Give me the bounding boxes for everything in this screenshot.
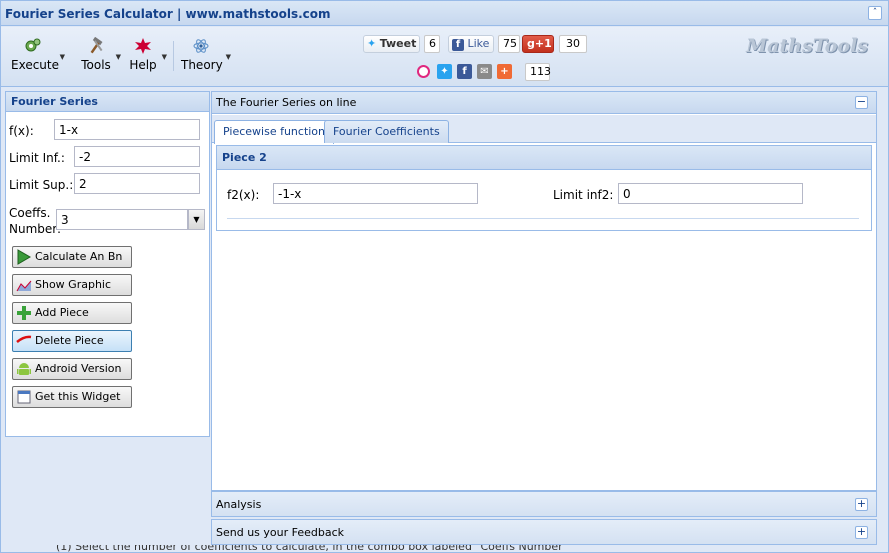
limit-inf-label: Limit Inf.: [9, 151, 65, 165]
execute-menu-button[interactable]: Execute ▼ [11, 37, 65, 77]
tab-fourier-coefficients[interactable]: Fourier Coefficients [324, 120, 449, 143]
calculator-window: Fourier Series Calculator | www.mathstoo… [0, 0, 889, 553]
f2-label: f2(x): [227, 188, 260, 202]
google-plus-one-button[interactable]: g+1 [522, 35, 554, 53]
coeffs-label-line2: Number: [9, 222, 62, 236]
pinterest-ring-icon[interactable] [417, 65, 430, 78]
delete-piece-button[interactable]: Delete Piece [12, 330, 132, 352]
expand-feedback-button[interactable]: + [855, 526, 868, 539]
piece-divider [227, 218, 859, 219]
window-title: Fourier Series Calculator | www.mathstoo… [5, 7, 331, 21]
limit-inf2-input[interactable] [618, 183, 803, 204]
tab-piecewise-function[interactable]: Piecewise function [214, 120, 335, 144]
addthis-share-icon[interactable]: + [497, 64, 512, 79]
combo-dropdown-button[interactable]: ▼ [188, 209, 205, 230]
tweet-button[interactable]: ✦ Tweet [363, 35, 420, 53]
limit-inf2-label: Limit inf2: [553, 188, 614, 202]
page-instructions-text: (1) Select the number of coefficients to… [56, 545, 568, 553]
facebook-like-button[interactable]: f Like [448, 35, 494, 53]
limit-sup-input[interactable] [74, 173, 200, 194]
fourier-series-panel: Fourier Series f(x): Limit Inf.: Limit S… [5, 91, 210, 437]
android-robot-icon [17, 363, 31, 375]
feedback-accordion[interactable]: Send us your Feedback + [211, 519, 877, 545]
get-widget-label: Get this Widget [35, 390, 121, 403]
plus-icon [17, 306, 31, 320]
dropdown-arrow-icon: ▼ [225, 53, 231, 61]
dropdown-arrow-icon: ▼ [115, 53, 121, 61]
minus-icon [16, 335, 32, 343]
fx-label: f(x): [9, 124, 34, 138]
coeffs-label: Coeffs. [9, 206, 51, 220]
get-widget-button[interactable]: Get this Widget [12, 386, 132, 408]
facebook-share-icon[interactable]: f [457, 64, 472, 79]
double-chevron-up-icon: ˆ [872, 8, 878, 18]
plus-toggle-icon: + [856, 525, 867, 538]
piece-2-fieldset: Piece 2 f2(x): Limit inf2: [216, 145, 872, 231]
calculate-label: Calculate An Bn [35, 250, 123, 263]
help-label: Help [129, 58, 157, 72]
twitter-share-icon[interactable]: ✦ [437, 64, 452, 79]
add-piece-button[interactable]: Add Piece [12, 302, 132, 324]
calculate-an-bn-button[interactable]: Calculate An Bn [12, 246, 132, 268]
main-toolbar: Execute ▼ Tools ▼ Help ▼ Theory ▼ ✦ Twee… [1, 27, 888, 87]
window-titlebar: Fourier Series Calculator | www.mathstoo… [1, 1, 888, 26]
plus-toggle-icon: + [856, 497, 867, 510]
email-share-icon[interactable]: ✉ [477, 64, 492, 79]
add-piece-label: Add Piece [35, 306, 89, 319]
theory-menu-button[interactable]: Theory ▼ [181, 37, 231, 77]
piece-title: Piece 2 [217, 146, 871, 170]
minus-toggle-icon: − [856, 95, 867, 108]
tools-label: Tools [81, 58, 111, 72]
tab-strip: Piecewise function Fourier Coefficients [212, 115, 876, 144]
theory-label: Theory [181, 58, 223, 72]
limit-sup-label: Limit Sup.: [9, 178, 74, 192]
tools-menu-button[interactable]: Tools ▼ [81, 37, 121, 77]
like-label: Like [467, 37, 490, 50]
play-triangle-icon [17, 249, 31, 265]
tools-hammer-icon [90, 37, 103, 54]
facebook-f-icon: f [452, 39, 464, 51]
gplus-count: 30 [559, 35, 587, 53]
execute-label: Execute [11, 58, 59, 72]
theory-atom-icon [193, 39, 209, 53]
tweet-count: 6 [424, 35, 440, 53]
collapse-window-button[interactable]: ˆ [868, 6, 882, 20]
f2-input[interactable] [273, 183, 478, 204]
graph-chart-icon [16, 280, 32, 292]
expand-analysis-button[interactable]: + [855, 498, 868, 511]
show-graphic-button[interactable]: Show Graphic [12, 274, 132, 296]
panel-title: Fourier Series [6, 92, 209, 112]
toolbar-separator [173, 41, 174, 71]
analysis-title: Analysis [216, 498, 262, 511]
collapse-panel-button[interactable]: − [855, 96, 868, 109]
mathstools-logo: MathsTools [746, 35, 868, 57]
fx-input[interactable] [54, 119, 200, 140]
widget-window-icon [17, 390, 31, 404]
right-edge-strip [879, 91, 888, 551]
dropdown-arrow-icon: ▼ [59, 53, 65, 61]
tweet-label: Tweet [379, 37, 417, 50]
like-count: 75 [498, 35, 520, 53]
android-label: Android Version [35, 362, 122, 375]
limit-inf-input[interactable] [74, 146, 200, 167]
execute-gears-icon [25, 38, 41, 52]
feedback-title: Send us your Feedback [216, 526, 345, 539]
coeffs-number-combo[interactable] [56, 209, 188, 230]
chevron-down-icon: ▼ [193, 215, 200, 224]
show-graphic-label: Show Graphic [35, 278, 112, 291]
fourier-online-panel: The Fourier Series on line − Piecewise f… [211, 91, 877, 491]
share-count: 113 [525, 63, 551, 81]
google-plus-icon: g [527, 37, 535, 50]
dropdown-arrow-icon: ▼ [161, 53, 167, 61]
help-menu-button[interactable]: Help ▼ [129, 37, 167, 77]
gplus-label: +1 [534, 37, 552, 50]
twitter-bird-icon: ✦ [367, 37, 377, 50]
android-version-button[interactable]: Android Version [12, 358, 132, 380]
main-panel-title: The Fourier Series on line [212, 92, 876, 114]
delete-piece-label: Delete Piece [35, 334, 104, 347]
help-burst-icon [135, 38, 151, 54]
analysis-accordion[interactable]: Analysis + [211, 491, 877, 517]
